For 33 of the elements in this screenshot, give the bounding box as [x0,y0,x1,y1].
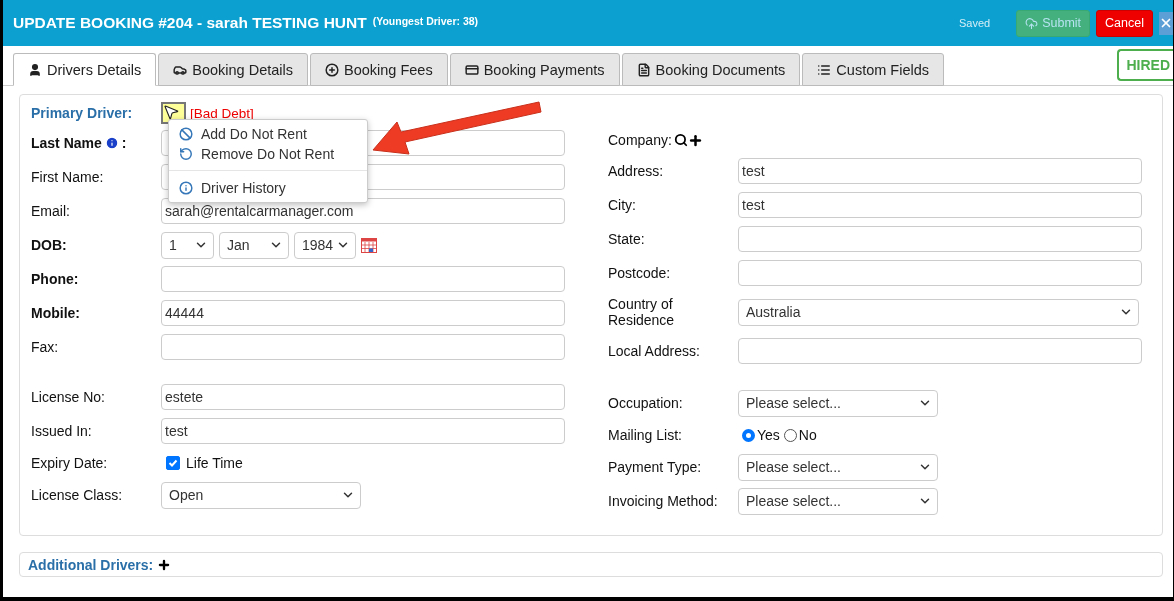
field-label: License Class: [31,487,123,503]
field-label: Payment Type: [608,459,703,475]
radio-label: Yes [757,427,780,443]
field-label: City: [608,197,637,213]
field-label: Country of Residence [608,296,676,328]
section-label: Primary Driver: [31,105,134,121]
flag-text: [Bad Debt] [190,105,254,121]
label-colon: : [121,135,127,151]
field-label: Mailing List: [608,427,683,443]
field-label: First Name: [31,169,104,185]
field-label: Company: [608,132,672,148]
field-label: Last Name [31,135,102,151]
field-label: Fax: [31,339,59,355]
radio-label: No [798,427,817,443]
subtitle: (Youngest Driver: 38) [372,15,479,27]
save-status: Saved [958,17,991,29]
field-label: Invoicing Method: [608,493,719,509]
field-label: Email: [31,203,70,219]
field-label: DOB: [31,237,67,253]
field-label: Local Address: [608,343,701,359]
status-badge: HIRED [1117,49,1173,81]
field-label: Mobile: [31,305,80,321]
field-label: State: [608,231,646,247]
field-label: Postcode: [608,265,672,281]
window-title: UPDATE BOOKING #204 - sarah TESTING HUNT [13,14,367,32]
field-label: Issued In: [31,423,92,439]
section-label: Additional Drivers: [28,556,154,573]
field-label: License No: [31,389,105,405]
field-label: Occupation: [608,395,684,411]
field-label: Phone: [31,271,79,287]
field-label: Expiry Date: [31,455,108,471]
field-label: Address: [608,163,665,179]
checkbox-label: Life Time [186,455,243,471]
